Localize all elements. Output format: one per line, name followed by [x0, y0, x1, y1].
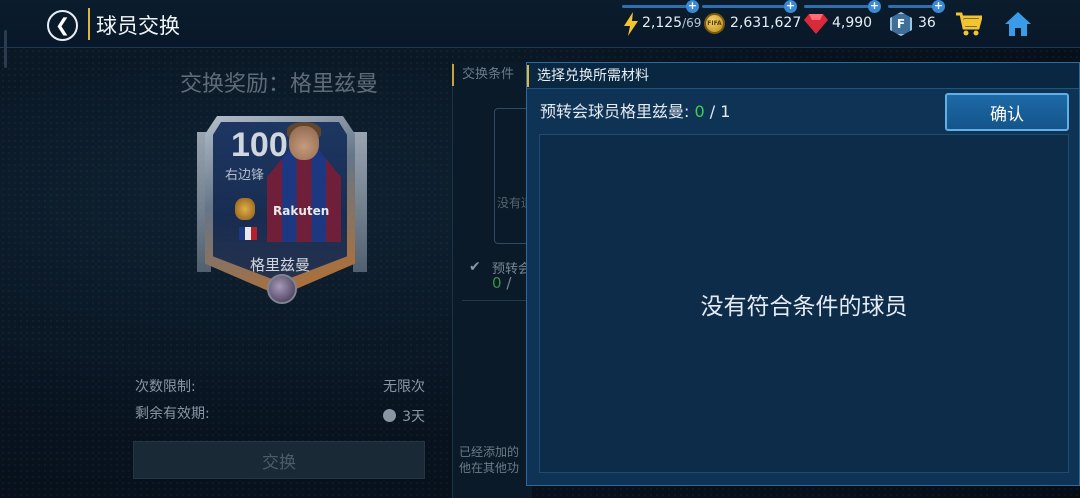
gems-bar [804, 5, 870, 8]
card-position: 右边锋 [225, 168, 265, 183]
add-coins-icon[interactable]: + [784, 0, 797, 13]
france-flag-icon [239, 227, 257, 240]
player-card[interactable]: Rakuten 100 右边锋 格里兹曼 [195, 112, 370, 308]
selection-title: 选择兑换所需材料 [527, 65, 649, 87]
fpoints-resource[interactable]: + F 36 [886, 0, 946, 48]
coins-bar [702, 5, 786, 8]
validity-row: 剩余有效期: 3天 [135, 403, 425, 426]
energy-bar [622, 5, 688, 8]
add-fpoints-icon[interactable]: + [932, 0, 945, 13]
coins-resource[interactable]: + FIFA 2,631,627 [700, 0, 802, 48]
lightning-icon [624, 12, 638, 36]
add-energy-icon[interactable]: + [686, 0, 699, 13]
conditions-note-line1: 已经添加的 [459, 445, 520, 459]
stopwatch-icon [383, 409, 397, 422]
validity-label: 剩余有效期: [135, 406, 210, 422]
program-emblem-icon [267, 274, 297, 304]
limit-label: 次数限制: [135, 379, 196, 395]
exchange-button[interactable]: 交换 [133, 441, 425, 479]
player-portrait [289, 126, 319, 160]
chevron-left-icon: ❮ [54, 15, 71, 36]
conditions-note: 已经添加的 他在其他功 [459, 444, 519, 476]
requirement-label: 预转会球员格里兹曼: [540, 102, 695, 121]
fpoints-bar [888, 5, 936, 8]
add-gems-icon[interactable]: + [868, 0, 881, 13]
validity-value-wrap: 3天 [383, 406, 425, 426]
limit-value: 无限次 [383, 379, 425, 395]
checkmark-icon: ✔ [469, 259, 481, 275]
requirement-text: 预转会球员格里兹曼: 0 / 1 [540, 98, 730, 122]
validity-value: 3天 [402, 409, 425, 425]
requirement-total: / 1 [704, 102, 731, 121]
card-right-wing [353, 132, 367, 272]
reward-title: 交换奖励：格里兹曼 [179, 72, 378, 97]
coins-value: 2,631,627 [730, 15, 802, 31]
card-player-name: 格里兹曼 [249, 256, 310, 274]
coin-icon: FIFA [704, 13, 725, 34]
player-list-area[interactable]: 没有符合条件的球员 [539, 134, 1069, 473]
selection-header: 选择兑换所需材料 [527, 63, 1079, 89]
confirm-button[interactable]: 确认 [945, 93, 1069, 131]
fpoint-icon: F [890, 12, 912, 36]
conditions-note-line2: 他在其他功 [459, 461, 520, 475]
conditions-req-count: 0 / [492, 274, 512, 292]
energy-value: 2,125/69 [642, 15, 702, 31]
shopping-cart-icon[interactable] [956, 12, 982, 36]
jersey-sponsor: Rakuten [273, 204, 330, 218]
conditions-tab[interactable]: 交换条件 [452, 64, 532, 86]
gems-value: 4,990 [832, 15, 873, 31]
club-badge-icon [235, 198, 255, 220]
energy-resource[interactable]: + 2,125/69 [620, 0, 702, 48]
home-icon[interactable] [1004, 10, 1032, 38]
conditions-divider [462, 300, 532, 301]
material-selection-panel: 选择兑换所需材料 预转会球员格里兹曼: 0 / 1 确认 没有符合条件的球员 [526, 62, 1080, 486]
fpoints-value: 36 [918, 15, 936, 31]
empty-list-message: 没有符合条件的球员 [700, 293, 908, 320]
limit-row: 次数限制: 无限次 [135, 376, 425, 396]
gem-icon [804, 14, 828, 34]
side-scroll-indicator [4, 30, 7, 68]
requirement-current: 0 [694, 102, 705, 121]
title-divider [88, 8, 90, 40]
card-rating: 100 [231, 126, 288, 164]
top-bar: ❮ 球员交换 + 2,125/69 + FIFA 2,631,627 + 4,9… [0, 0, 1080, 48]
page-title: 球员交换 [96, 14, 180, 38]
back-button[interactable]: ❮ [47, 10, 78, 41]
gems-resource[interactable]: + 4,990 [802, 0, 882, 48]
